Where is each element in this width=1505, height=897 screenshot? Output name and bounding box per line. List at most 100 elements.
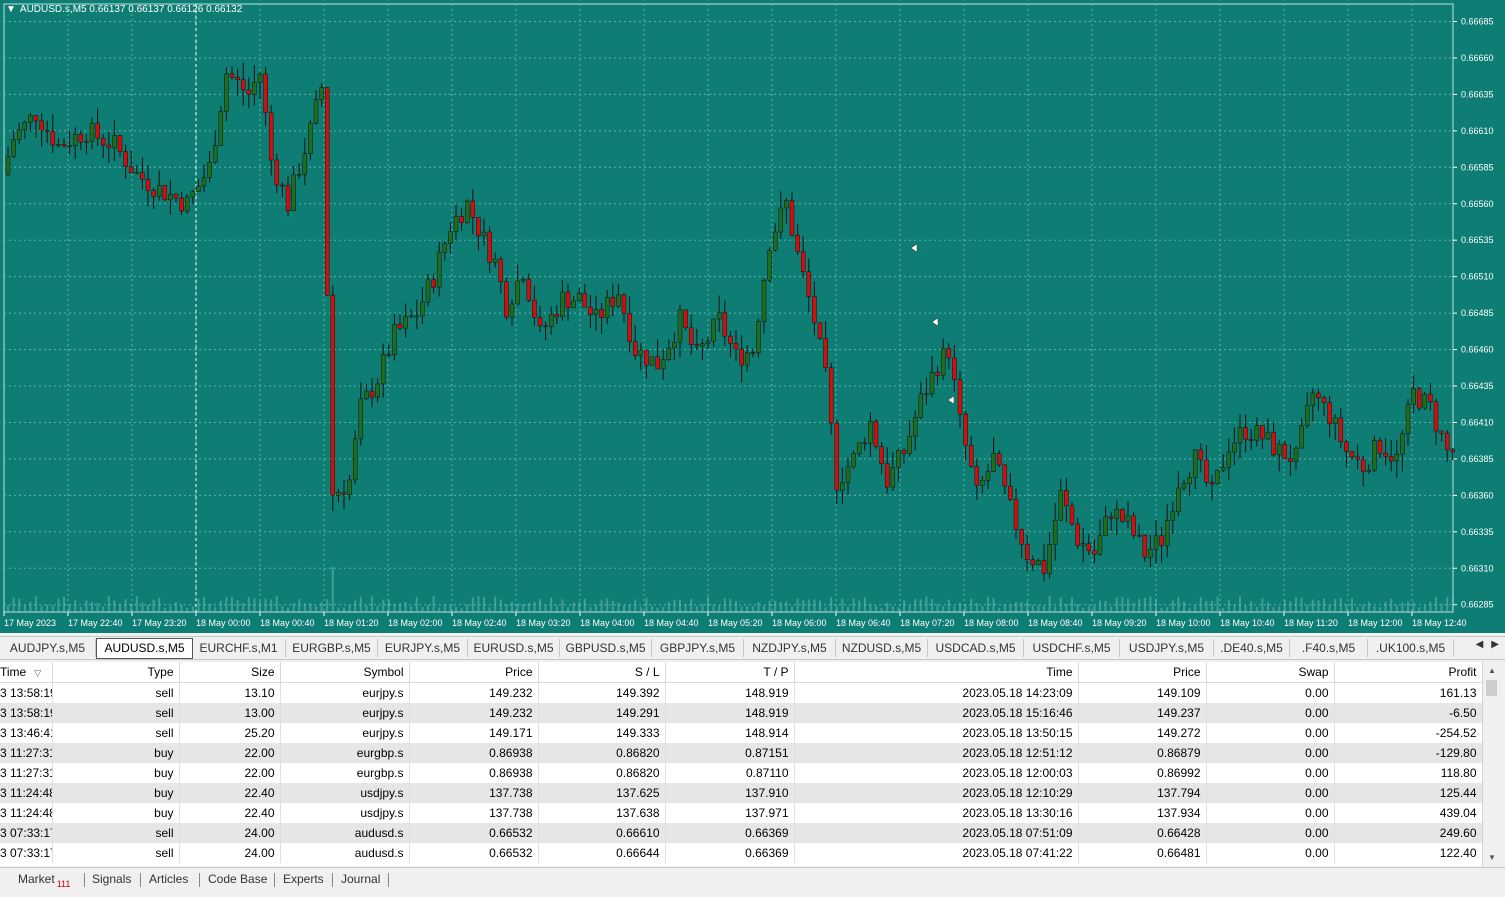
chart-tab-usdchf-s-m5[interactable]: USDCHF.s,M5 — [1024, 639, 1120, 657]
volume-bar — [740, 606, 743, 612]
table-row[interactable]: 3 11:27:31 buy 22.00 eurgbp.s 0.86938 0.86820… — [0, 763, 1482, 783]
chart-tab-eurjpy-s-m5[interactable]: EURJPY.s,M5 — [378, 639, 468, 657]
cell-close-price: 0.66481 — [1078, 843, 1207, 863]
price-chart[interactable]: 0.66685 0.66660 0.66635 0.66610 0.66585 0.665… — [0, 0, 1505, 633]
cell-tp: 137.971 — [665, 803, 795, 823]
table-row[interactable]: 3 11:27:31 buy 22.00 eurgbp.s 0.86938 0.86820… — [0, 743, 1482, 763]
trade-arrow-icon[interactable] — [910, 243, 918, 253]
volume-bar — [46, 604, 49, 612]
chart-tab-audjpy-s-m5[interactable]: AUDJPY.s,M5 — [0, 639, 96, 657]
chart-tab-f40-s-m5[interactable]: .F40.s,M5 — [1290, 639, 1368, 657]
chart-tab-gbpusd-s-m5[interactable]: GBPUSD.s,M5 — [560, 639, 652, 657]
table-row[interactable]: 3 11:24:48 buy 22.40 usdjpy.s 137.738 137.638… — [0, 803, 1482, 823]
candle-body — [487, 231, 492, 263]
chart-tab-eurgbp-s-m5[interactable]: EURGBP.s,M5 — [286, 639, 378, 657]
table-row[interactable]: 3 13:58:19 sell 13.00 eurjpy.s 149.232 149.29… — [0, 703, 1482, 723]
volume-bar — [869, 603, 872, 612]
col-header-close-time[interactable]: Time — [794, 662, 1079, 683]
candle-body — [1204, 459, 1209, 483]
col-header-swap[interactable]: Swap — [1206, 662, 1335, 683]
volume-bar — [639, 606, 642, 612]
toolbox-tab-code-base[interactable]: Code Base — [208, 872, 267, 886]
volume-bar — [1020, 602, 1023, 612]
candle-body — [935, 371, 940, 376]
col-header-time[interactable]: Time ▽ — [0, 662, 53, 683]
candle-body — [795, 234, 800, 252]
toolbox-tab-journal[interactable]: Journal — [341, 872, 380, 886]
candlestick-chart-canvas[interactable]: 0.66685 0.66660 0.66635 0.66610 0.66585 0.665… — [0, 0, 1505, 633]
table-row[interactable]: 3 07:33:17 sell 24.00 audusd.s 0.66532 0.6661… — [0, 823, 1482, 843]
chart-tab-audusd-s-m5[interactable]: AUDUSD.s,M5 — [96, 638, 193, 659]
toolbox-tab-articles[interactable]: Articles — [149, 872, 188, 886]
trade-arrow-icon[interactable] — [947, 395, 955, 405]
chart-tab-nzdjpy-s-m5[interactable]: NZDJPY.s,M5 — [744, 639, 836, 657]
col-header-type[interactable]: Type — [52, 662, 180, 683]
cell-type: sell — [52, 723, 180, 743]
volume-bar — [527, 603, 530, 612]
chart-tab-eurusd-s-m5[interactable]: EURUSD.s,M5 — [468, 639, 560, 657]
col-header-close-price[interactable]: Price — [1078, 662, 1207, 683]
candle-body — [716, 312, 722, 320]
chart-tab-usdjpy-s-m5[interactable]: USDJPY.s,M5 — [1120, 639, 1214, 657]
volume-bar — [1132, 602, 1135, 612]
candle-body — [1243, 427, 1248, 440]
scroll-thumb[interactable] — [1486, 680, 1497, 696]
cell-size: 25.20 — [179, 723, 281, 743]
trade-arrow-icon[interactable] — [931, 317, 939, 327]
chart-tab-uk100-s-m5[interactable]: .UK100.s,M5 — [1368, 639, 1454, 657]
cell-swap: 0.00 — [1206, 703, 1335, 723]
cell-swap: 0.00 — [1206, 823, 1335, 843]
volume-bar — [1423, 605, 1426, 612]
col-header-price[interactable]: Price — [409, 662, 539, 683]
candle-body — [504, 281, 509, 318]
collapse-triangle-icon[interactable]: ▼ — [6, 4, 16, 15]
candle-body — [879, 446, 884, 464]
candle-body — [1058, 490, 1064, 521]
col-header-symbol[interactable]: Symbol — [280, 662, 410, 683]
candle-body — [1349, 451, 1355, 458]
chart-tab-de40-s-m5[interactable]: .DE40.s,M5 — [1214, 639, 1290, 657]
candle-body — [347, 479, 352, 495]
volume-bar — [572, 602, 575, 612]
candle-body — [940, 348, 946, 376]
candle-body — [907, 436, 912, 454]
candle-body — [952, 357, 957, 380]
volume-bar — [903, 600, 905, 612]
volume-bar — [1194, 605, 1197, 612]
volume-bar — [880, 607, 883, 612]
chart-tab-usdcad-s-m5[interactable]: USDCAD.s,M5 — [928, 639, 1024, 657]
tab-scroll-left-icon[interactable]: ◀ — [1476, 639, 1484, 650]
table-scrollbar[interactable]: ▲ ▼ — [1482, 662, 1501, 866]
candle-body — [1097, 535, 1103, 555]
candle-body — [1052, 519, 1058, 545]
table-row[interactable]: 3 13:58:19 sell 13.10 eurjpy.s 149.232 149.39… — [0, 682, 1482, 703]
volume-bar — [875, 605, 877, 612]
col-header-size[interactable]: Size — [179, 662, 281, 683]
toolbox-tab-market[interactable]: Market 111 — [18, 872, 70, 889]
table-header-row: Time ▽ Type Size Symbol Price S / L T / P Time Pr… — [0, 662, 1482, 683]
volume-bar — [667, 602, 670, 612]
table-row[interactable]: 3 11:24:48 buy 22.40 usdjpy.s 137.738 137.625… — [0, 783, 1482, 803]
candle-body — [1377, 440, 1383, 454]
scroll-up-icon[interactable]: ▲ — [1488, 666, 1496, 675]
toolbox-tab-signals[interactable]: Signals — [92, 872, 131, 886]
col-header-tp[interactable]: T / P — [665, 662, 795, 683]
chart-tab-eurchf-s-m1[interactable]: EURCHF.s,M1 — [192, 639, 286, 657]
chart-tab-gbpjpy-s-m5[interactable]: GBPJPY.s,M5 — [652, 639, 744, 657]
volume-bar — [550, 597, 553, 612]
col-header-label: Price — [505, 665, 533, 679]
col-header-profit[interactable]: Profit — [1334, 662, 1482, 683]
candle-body — [1232, 442, 1237, 453]
table-row[interactable]: 3 13:46:41 sell 25.20 eurjpy.s 149.171 149.33… — [0, 723, 1482, 743]
toolbox-tab-experts[interactable]: Experts — [283, 872, 324, 886]
tab-divider — [274, 873, 275, 887]
volume-bar — [214, 607, 217, 612]
candle-body — [336, 492, 341, 496]
col-header-sl[interactable]: S / L — [538, 662, 666, 683]
tab-scroll-right-icon[interactable]: ▶ — [1491, 639, 1499, 650]
chart-tab-nzdusd-s-m5[interactable]: NZDUSD.s,M5 — [836, 639, 928, 657]
scroll-down-icon[interactable]: ▼ — [1488, 853, 1496, 862]
volume-bar — [662, 606, 665, 612]
table-row[interactable]: 3 07:33:17 sell 24.00 audusd.s 0.66532 0.6664… — [0, 843, 1482, 863]
volume-bar — [936, 603, 939, 612]
